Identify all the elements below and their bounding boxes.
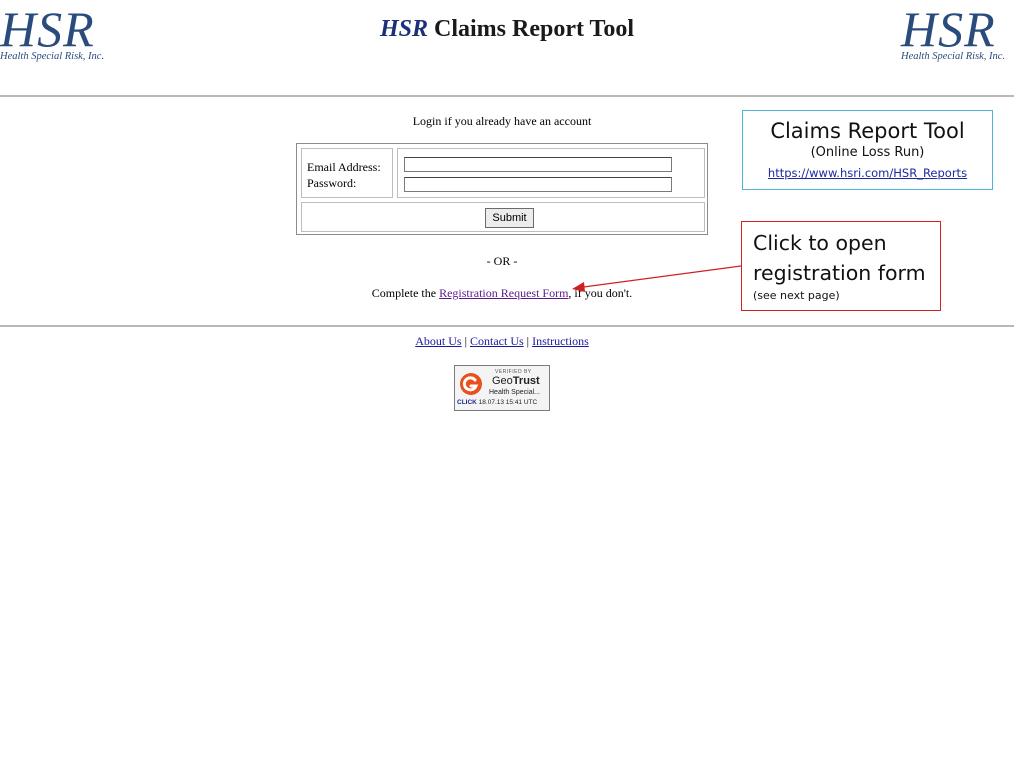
badge-brand: GeoTrust — [492, 375, 540, 387]
password-field[interactable] — [404, 177, 672, 192]
registration-suffix: , if you don't. — [568, 286, 633, 300]
badge-brand-trust: Trust — [512, 375, 540, 387]
registration-request-form-link[interactable]: Registration Request Form — [439, 286, 568, 300]
footer-separator: | — [526, 334, 530, 348]
contact-us-link[interactable]: Contact Us — [470, 334, 524, 348]
callout-note: (see next page) — [753, 289, 840, 302]
login-submit-cell: Submit — [301, 202, 705, 232]
callout-box: Click to open registration form (see nex… — [741, 221, 941, 311]
logo-subtitle: Health Special Risk, Inc. — [0, 51, 105, 62]
badge-company: Health Special... — [489, 389, 540, 396]
badge-brand-geo: Geo — [492, 375, 513, 387]
callout-line-2: registration form — [753, 261, 926, 285]
footer-divider — [0, 325, 1014, 327]
logo-mark: HSR — [901, 1, 996, 57]
login-heading: Login if you already have an account — [412, 114, 592, 128]
page-title: HSR Claims Report Tool — [0, 16, 1014, 43]
hsr-logo-right: HSR Health Special Risk, Inc. — [901, 4, 1021, 62]
info-title: Claims Report Tool — [770, 119, 965, 143]
registration-prefix: Complete the — [371, 286, 440, 300]
login-labels-cell: Email Address: Password: — [301, 148, 393, 198]
password-label: Password: — [307, 176, 357, 190]
login-form: Email Address: Password: Submit — [296, 143, 708, 235]
about-us-link[interactable]: About Us — [415, 334, 461, 348]
badge-footer: CLICK 18.07.13 15:41 UTC — [457, 399, 537, 406]
header-divider — [0, 95, 1014, 97]
callout-line-1: Click to open — [753, 231, 887, 255]
footer-separator: | — [464, 334, 467, 348]
logo-subtitle: Health Special Risk, Inc. — [901, 51, 1006, 62]
or-separator: - OR - — [486, 254, 518, 268]
page-title-text: Claims Report Tool — [428, 16, 635, 42]
info-subtitle: (Online Loss Run) — [810, 145, 925, 160]
registration-prompt: Complete the Registration Request Form, … — [296, 286, 708, 301]
login-inputs-cell — [397, 148, 705, 198]
badge-timestamp: 18.07.13 15:41 UTC — [478, 399, 538, 406]
email-label: Email Address: — [307, 160, 381, 174]
info-box: Claims Report Tool (Online Loss Run) htt… — [742, 110, 993, 190]
geotrust-seal-icon — [460, 373, 482, 395]
footer-links: About Us | Contact Us | Instructions — [0, 334, 1004, 349]
geotrust-badge[interactable]: VERIFIED BY GeoTrust Health Special... C… — [454, 365, 550, 411]
badge-click-text: CLICK — [457, 399, 477, 406]
email-field[interactable] — [404, 157, 672, 172]
page-title-brand: HSR — [379, 16, 428, 42]
instructions-link[interactable]: Instructions — [532, 334, 589, 348]
submit-button[interactable]: Submit — [485, 208, 534, 228]
hsr-reports-link[interactable]: https://www.hsri.com/HSR_Reports — [768, 166, 967, 180]
